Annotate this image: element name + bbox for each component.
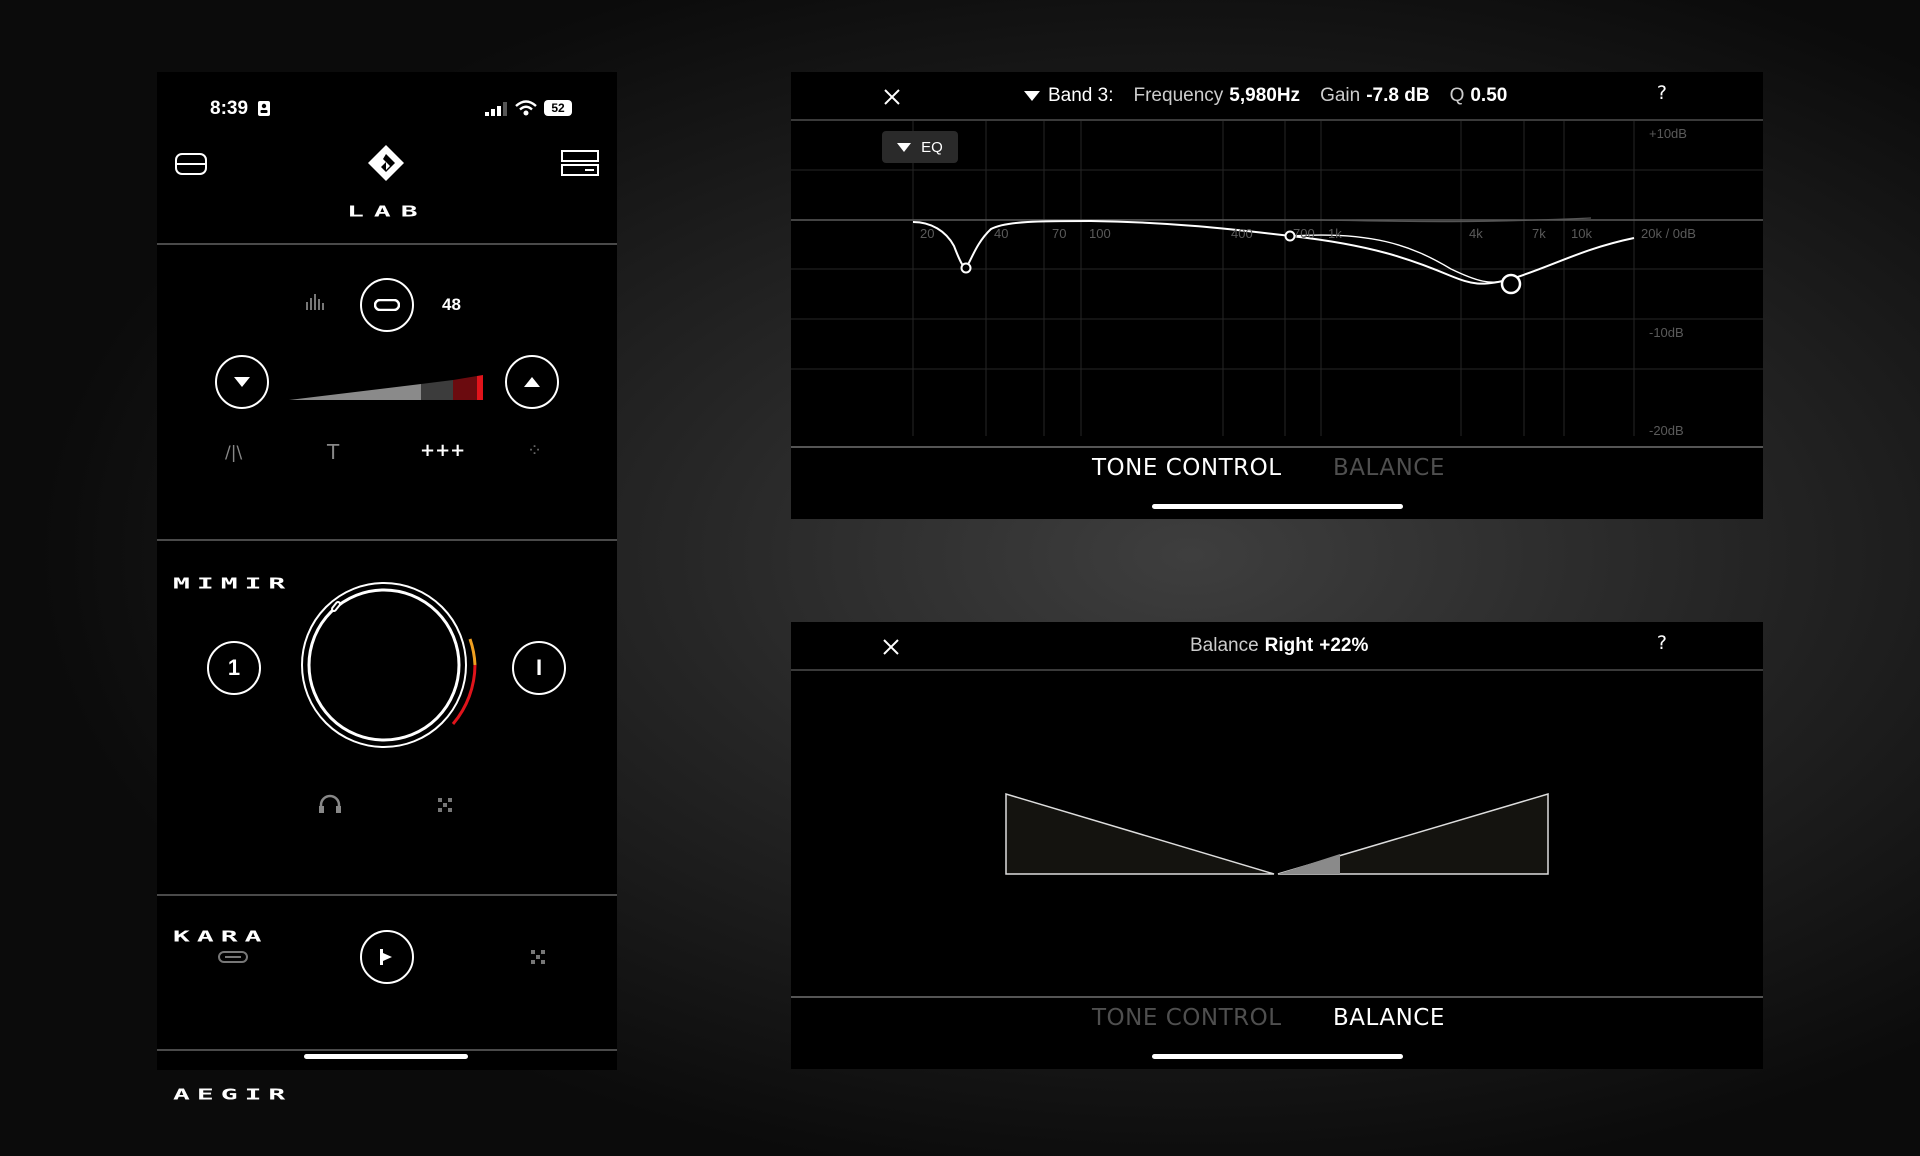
freq-tick-10k: 10k	[1571, 226, 1592, 241]
balance-panel: Balance Right +22% ? TONE CONTROL BALANCE	[791, 622, 1763, 1069]
filter-mode-1[interactable]: /|\	[225, 443, 242, 463]
volume-up-button[interactable]	[505, 355, 559, 409]
eq-panel: Band 3: Frequency 5,980Hz Gain -7.8 dB Q 0.50 …	[791, 72, 1763, 519]
db-tick-minus10: -10dB	[1649, 325, 1684, 340]
phone-screen: 8:39 52 LAB 48 /|\ T +++ ⁘ MIMIR 1 I KAR…	[157, 72, 617, 1103]
headphones-icon[interactable]	[318, 794, 342, 814]
freq-tick-20k: 20k / 0dB	[1641, 226, 1696, 241]
balance-side: Right	[1264, 635, 1314, 656]
balance-tab-indicator	[1152, 1054, 1403, 1059]
volume-down-button[interactable]	[215, 355, 269, 409]
freq-tick-40: 40	[994, 226, 1009, 241]
db-tick-minus20: -20dB	[1649, 423, 1684, 438]
pill-icon	[374, 299, 400, 311]
help-icon[interactable]: ?	[1656, 82, 1667, 104]
band-label[interactable]: Band 3:	[1048, 85, 1114, 106]
stack-menu-icon[interactable]	[561, 150, 599, 176]
mimir-wordmark: MIMIR	[173, 574, 293, 593]
signal-icon	[485, 102, 507, 116]
q-value[interactable]: 0.50	[1470, 85, 1507, 106]
volume-value: 48	[442, 295, 461, 314]
freq-tick-400: 400	[1231, 226, 1253, 241]
db-tick-plus10: +10dB	[1649, 126, 1687, 141]
balance-close-icon[interactable]	[883, 639, 899, 655]
brand-logo-icon	[368, 145, 404, 181]
spectrum-icon[interactable]	[305, 294, 325, 310]
aegir-wordmark: AEGIR	[173, 1085, 293, 1104]
tab-indicator	[1152, 504, 1403, 509]
person-icon	[258, 101, 270, 116]
battery-icon: 52	[544, 100, 572, 116]
balance-slider[interactable]	[1004, 792, 1550, 877]
freq-tick-700: 700	[1293, 226, 1315, 241]
wifi-icon	[515, 100, 537, 116]
freq-tick-100: 100	[1089, 226, 1111, 241]
device-menu-icon[interactable]	[175, 153, 207, 175]
battery-level: 52	[551, 101, 565, 115]
volume-knob[interactable]	[300, 580, 494, 750]
home-indicator[interactable]	[304, 1054, 468, 1059]
divider-header	[157, 243, 617, 245]
freq-tick-20: 20	[920, 226, 935, 241]
close-icon[interactable]	[884, 89, 900, 105]
balance-tab-tone-control[interactable]: TONE CONTROL	[1092, 1005, 1282, 1031]
freq-value[interactable]: 5,980Hz	[1229, 85, 1300, 106]
kara-wordmark: KARA	[173, 927, 269, 946]
triangle-up-icon	[524, 377, 540, 387]
eq-graph[interactable]	[791, 121, 1763, 436]
input-one-label: 1	[227, 655, 241, 680]
tab-balance[interactable]: BALANCE	[1333, 455, 1445, 481]
balance-header-divider	[791, 669, 1763, 671]
balance-header: Balance Right +22%	[1190, 635, 1368, 657]
eq-dropdown-label: EQ	[921, 138, 943, 156]
play-flag-icon	[380, 949, 392, 965]
freq-tick-4k: 4k	[1469, 226, 1483, 241]
input-two-label: I	[535, 655, 543, 680]
filter-mode-2[interactable]: T	[327, 440, 339, 464]
grid-icon[interactable]: ⁘	[527, 440, 542, 461]
status-time: 8:39	[210, 98, 249, 119]
q-label: Q	[1449, 85, 1465, 106]
freq-tick-1k: 1k	[1328, 226, 1342, 241]
aegir-power-button[interactable]	[360, 930, 414, 984]
band-dropdown-icon[interactable]	[1024, 90, 1040, 101]
divider-kara	[157, 894, 617, 896]
triangle-down-icon	[234, 377, 250, 387]
eq-graph-divider	[791, 446, 1763, 448]
freq-label: Frequency	[1133, 85, 1224, 106]
freq-tick-70: 70	[1052, 226, 1067, 241]
divider-aegir	[157, 1049, 617, 1051]
eq-dropdown-icon	[897, 142, 912, 152]
filter-mode-3[interactable]: +++	[420, 440, 465, 461]
kara-grid-icon[interactable]	[438, 798, 452, 812]
divider-mimir	[157, 539, 617, 541]
freq-tick-7k: 7k	[1532, 226, 1546, 241]
input-one-button[interactable]: 1	[207, 641, 261, 695]
eq-dropdown-button[interactable]: EQ	[882, 131, 958, 163]
input-two-button[interactable]: I	[512, 641, 566, 695]
eq-header: Band 3: Frequency 5,980Hz Gain -7.8 dB Q 0.50	[1024, 85, 1507, 107]
gain-label: Gain	[1320, 85, 1361, 106]
balance-tab-balance[interactable]: BALANCE	[1333, 1005, 1445, 1031]
volume-slider[interactable]	[289, 364, 485, 400]
aegir-grid-icon[interactable]	[531, 950, 545, 964]
balance-help-icon[interactable]: ?	[1656, 632, 1667, 654]
aegir-pill-icon[interactable]	[218, 951, 248, 963]
balance-label: Balance	[1190, 635, 1259, 656]
balance-divider	[791, 996, 1763, 998]
tab-tone-control[interactable]: TONE CONTROL	[1092, 455, 1282, 481]
balance-value[interactable]: +22%	[1319, 635, 1368, 656]
mute-button[interactable]	[360, 278, 414, 332]
lab-wordmark: LAB	[347, 202, 428, 221]
gain-value[interactable]: -7.8 dB	[1366, 85, 1429, 106]
